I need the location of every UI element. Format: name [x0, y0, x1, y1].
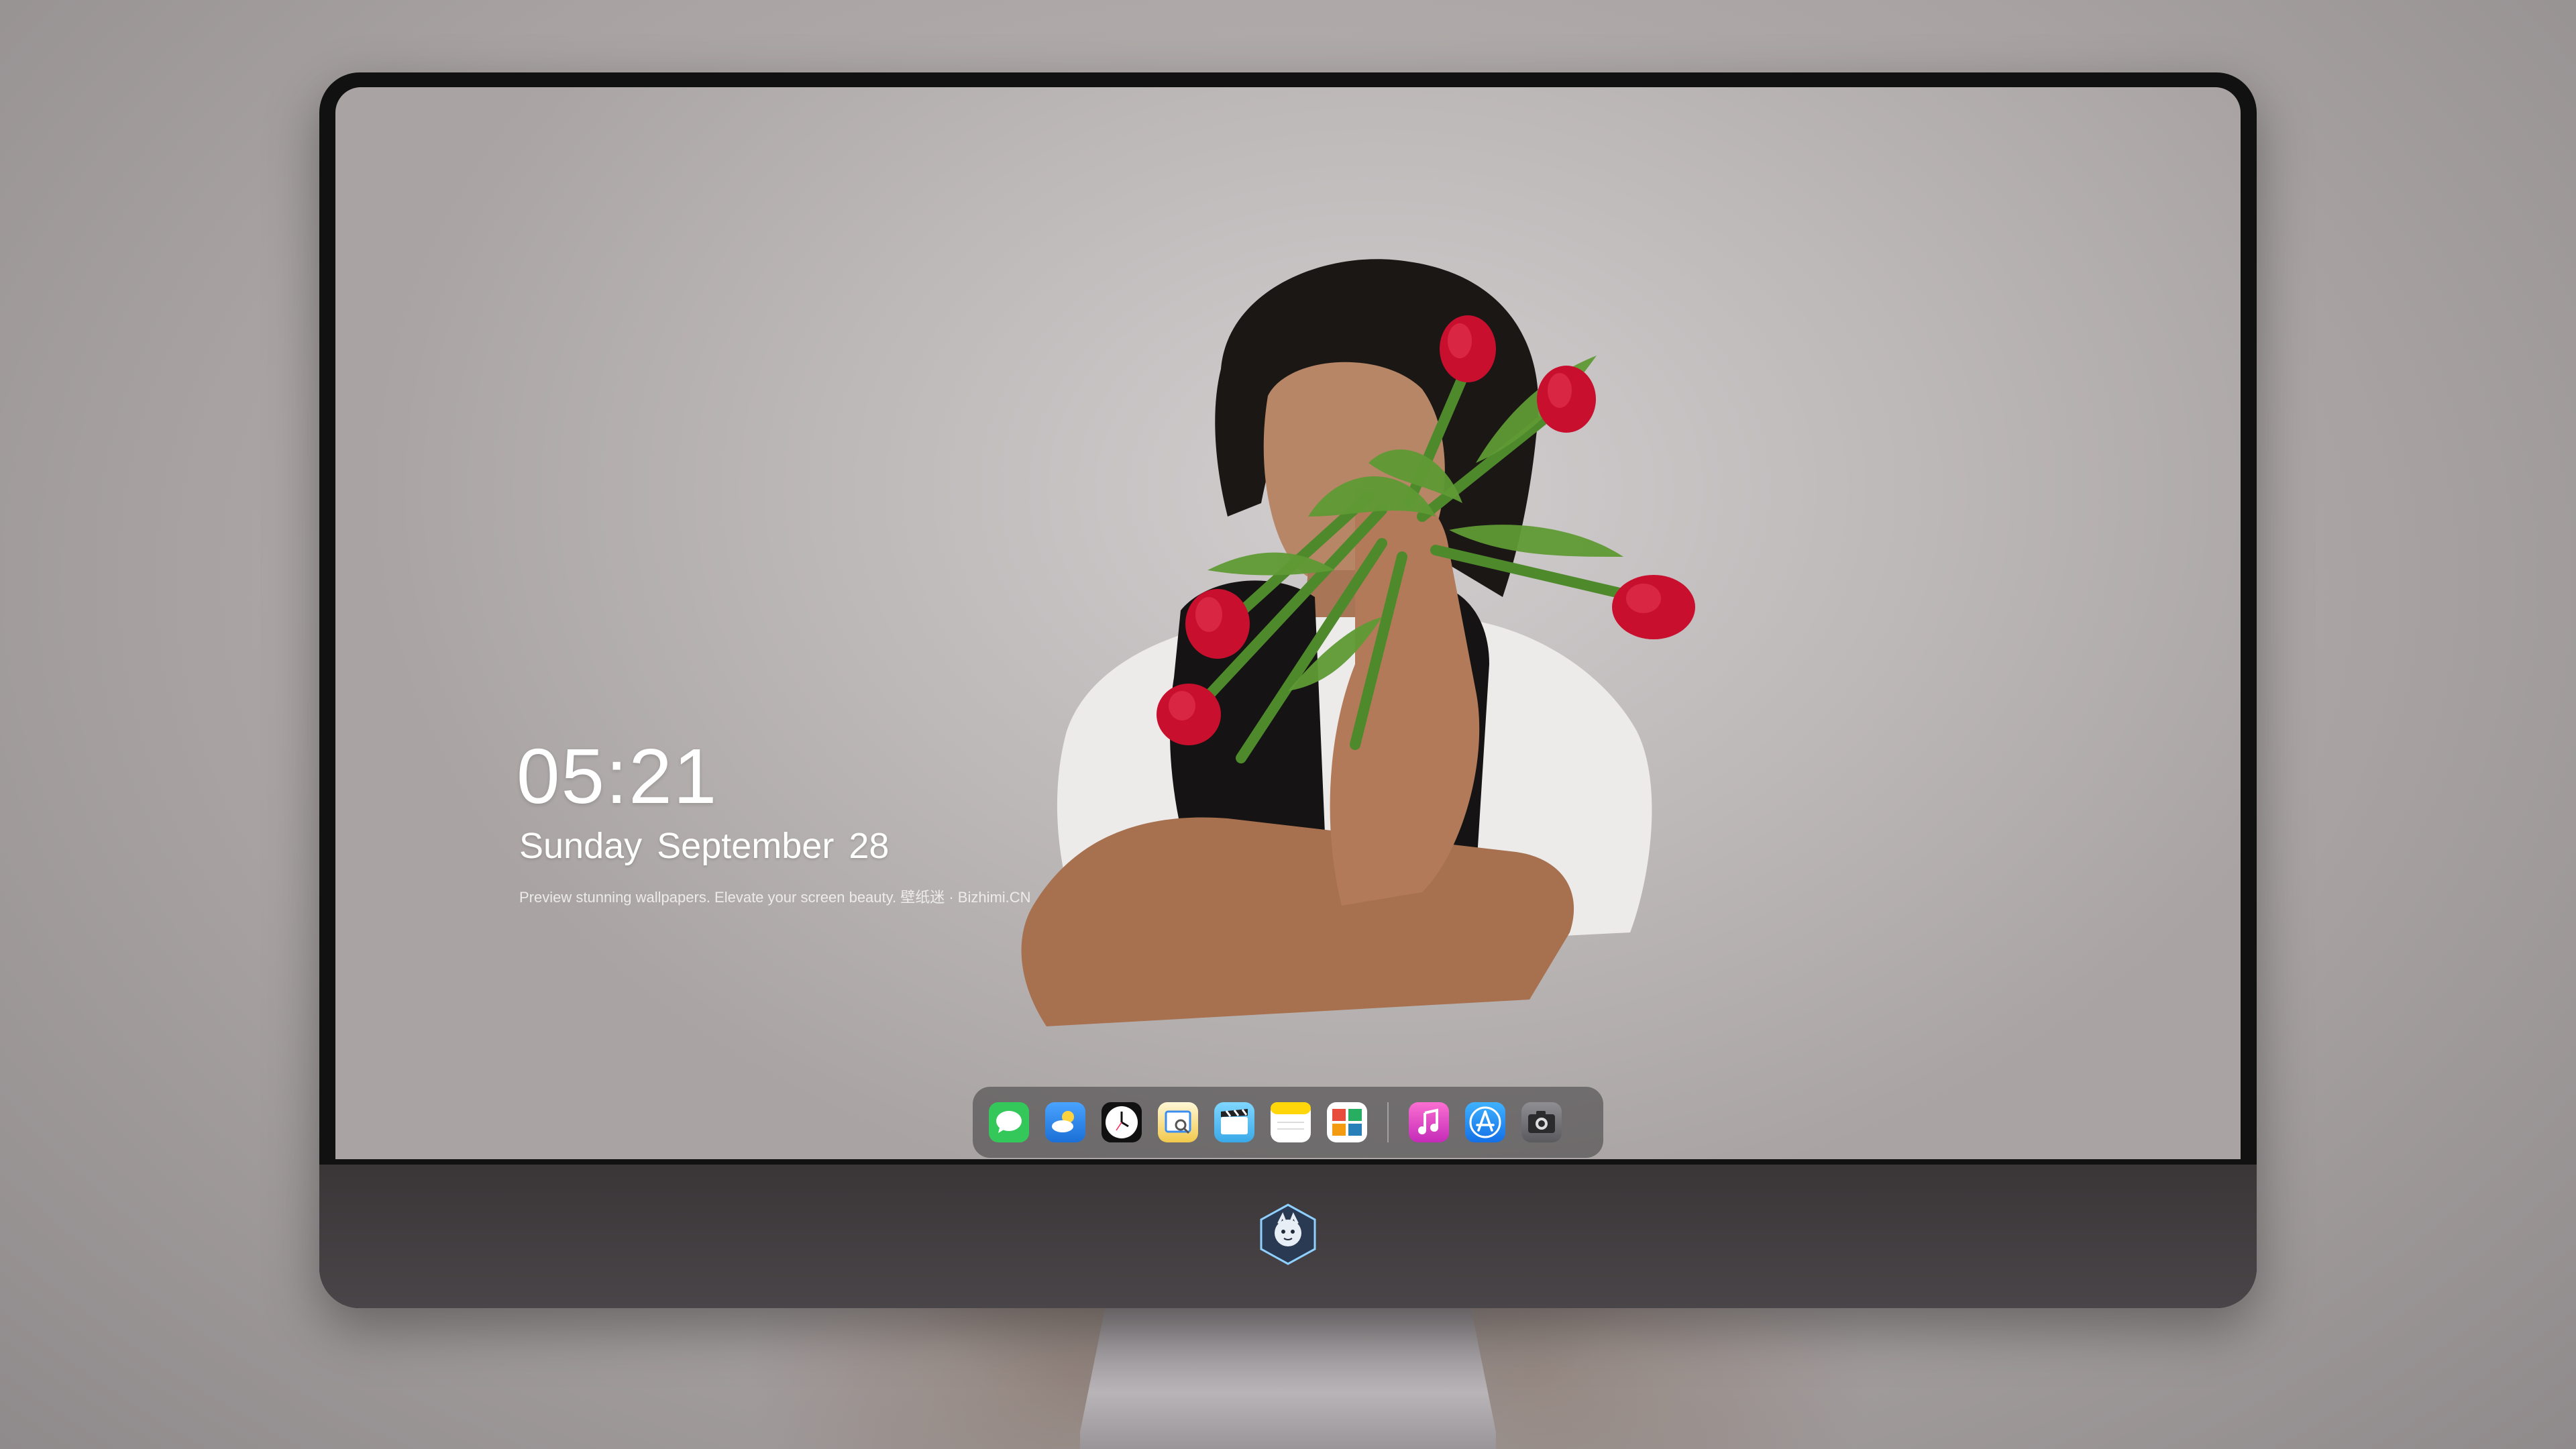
brand-logo-icon [1260, 1203, 1316, 1265]
lockscreen-time: 05:21 [517, 733, 718, 820]
camera-icon[interactable] [1521, 1102, 1562, 1142]
monitor-chin [319, 1165, 2257, 1308]
wallpaper-tagline: Preview stunning wallpapers. Elevate you… [519, 889, 1031, 906]
notes-icon[interactable] [1271, 1102, 1311, 1142]
monitor-stand [1080, 1308, 1496, 1449]
lockscreen-date: Sunday September 28 [519, 825, 904, 867]
wallpaper-image [1021, 259, 1695, 1026]
messages-icon[interactable] [989, 1102, 1029, 1142]
date-month: September [657, 826, 835, 866]
clips-icon[interactable] [1214, 1102, 1254, 1142]
clock-icon[interactable] [1102, 1102, 1142, 1142]
app-store-icon[interactable] [1465, 1102, 1505, 1142]
photo-booth-icon[interactable] [1327, 1102, 1367, 1142]
monitor: 05:21 Sunday September 28 Preview stunning… [319, 72, 2257, 1308]
screen: 05:21 Sunday September 28 Preview stunning… [335, 87, 2241, 1159]
preview-icon[interactable] [1158, 1102, 1198, 1142]
date-weekday: Sunday [519, 826, 643, 866]
dock-separator [1387, 1102, 1389, 1142]
date-day: 28 [849, 826, 890, 866]
dock [973, 1087, 1603, 1158]
music-icon[interactable] [1409, 1102, 1449, 1142]
weather-icon[interactable] [1045, 1102, 1085, 1142]
